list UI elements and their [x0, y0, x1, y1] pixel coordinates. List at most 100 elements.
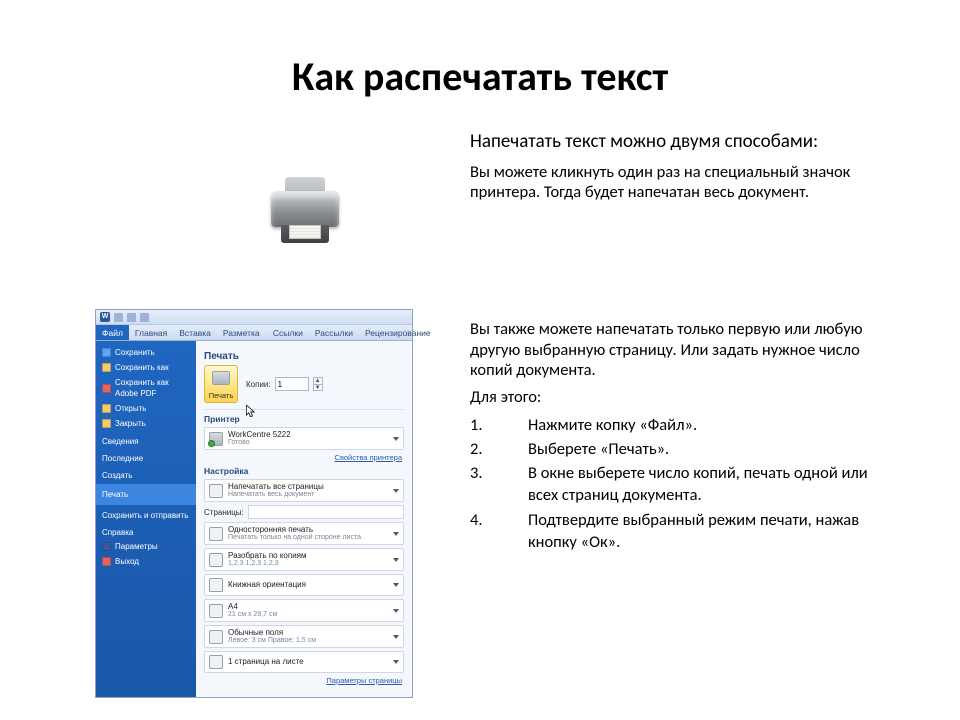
setting-title: Односторонняя печать: [228, 526, 361, 534]
paper-size-icon: [209, 604, 223, 618]
ribbon-tabs: Файл Главная Вставка Разметка страницы С…: [96, 324, 412, 341]
pdf-icon: [102, 384, 111, 393]
setting-title: Книжная ориентация: [228, 581, 306, 589]
sidebar-label: Параметры: [115, 541, 158, 552]
pages-input[interactable]: [248, 505, 404, 519]
print-pane: Печать Печать Копии: ▲▼: [196, 341, 412, 697]
qat-redo-icon: [140, 313, 149, 322]
exit-icon: [102, 557, 111, 566]
tab-references[interactable]: Ссылки: [267, 325, 309, 340]
sidebar-label: Сохранить как Adobe PDF: [115, 377, 190, 399]
setting-title: Разобрать по копиям: [228, 552, 307, 560]
printer-illustration: [265, 171, 345, 243]
open-icon: [102, 404, 111, 413]
setting-subtitle: 1,2,3 1,2,3 1,2,3: [228, 560, 307, 567]
sidebar-item-close[interactable]: Закрыть: [96, 416, 196, 431]
copies-spinner[interactable]: ▲▼: [313, 377, 323, 391]
step-item: В окне выберете число копий, печать одно…: [470, 462, 900, 507]
chevron-down-icon: [393, 583, 399, 587]
word-window-screenshot: W Файл Главная Вставка Разметка страницы…: [95, 309, 413, 698]
for-this-text: Для этого:: [470, 387, 900, 408]
setting-title: Напечатать все страницы: [228, 483, 324, 491]
print-heading: Печать: [204, 351, 404, 362]
step-item: Подтвердите выбранный режим печати, нажа…: [470, 509, 900, 554]
tab-file[interactable]: Файл: [96, 325, 129, 340]
margins-icon: [209, 630, 223, 644]
sidebar-item-print[interactable]: Печать: [96, 484, 196, 505]
printer-status: Готово: [228, 439, 291, 446]
qat-save-icon: [114, 313, 123, 322]
sidebar-label: Выход: [115, 556, 139, 567]
nup-icon: [209, 655, 223, 669]
printer-status-icon: [209, 432, 223, 446]
setting-paper-size[interactable]: A4 21 см x 29,7 см: [204, 599, 404, 622]
tab-home[interactable]: Главная: [129, 325, 173, 340]
settings-heading: Настройка: [204, 466, 404, 476]
sidebar-label: Закрыть: [115, 418, 146, 429]
method2-text: Вы также можете напечатать только первую…: [470, 319, 900, 381]
slide-title: Как распечатать текст: [0, 0, 960, 131]
sidebar-label: Сохранить как: [115, 362, 169, 373]
collate-icon: [209, 553, 223, 567]
sidebar-item-save[interactable]: Сохранить: [96, 345, 196, 360]
printer-name: WorkCentre 5222: [228, 431, 291, 439]
setting-title: Обычные поля: [228, 629, 316, 637]
setting-title: 1 страница на листе: [228, 658, 304, 666]
sidebar-label: Сохранить: [115, 347, 155, 358]
printer-selector[interactable]: WorkCentre 5222 Готово: [204, 427, 404, 450]
word-app-icon: W: [100, 312, 110, 322]
orientation-icon: [209, 578, 223, 592]
print-button-label: Печать: [209, 391, 234, 400]
step-item: Нажмите копку «Файл».: [470, 414, 900, 436]
chevron-down-icon: [393, 660, 399, 664]
printer-properties-link[interactable]: Свойства принтера: [204, 453, 402, 462]
qat-undo-icon: [127, 313, 136, 322]
save-icon: [102, 348, 111, 357]
printer-icon: [212, 371, 230, 385]
setting-subtitle: 21 см x 29,7 см: [228, 611, 277, 618]
chevron-down-icon: [393, 635, 399, 639]
close-icon: [102, 419, 111, 428]
copies-input[interactable]: [275, 377, 309, 391]
sidebar-item-recent[interactable]: Последние: [96, 448, 196, 465]
setting-subtitle: Печатать только на одной стороне листа: [228, 534, 361, 541]
page-setup-link[interactable]: Параметры страницы: [204, 676, 402, 685]
sidebar-item-open[interactable]: Открыть: [96, 401, 196, 416]
chevron-down-icon: [393, 558, 399, 562]
word-titlebar: W: [96, 310, 412, 324]
setting-pages-per-sheet[interactable]: 1 страница на листе: [204, 651, 404, 673]
sidebar-item-share[interactable]: Сохранить и отправить: [96, 505, 196, 522]
tab-mailings[interactable]: Рассылки: [309, 325, 359, 340]
sidebar-item-exit[interactable]: Выход: [96, 554, 196, 569]
pages-label: Страницы:: [204, 508, 244, 517]
setting-sides[interactable]: Односторонняя печать Печатать только на …: [204, 522, 404, 545]
print-button[interactable]: Печать: [204, 365, 238, 403]
tab-pagelayout[interactable]: Разметка страницы: [217, 325, 267, 340]
sidebar-item-saveas-pdf[interactable]: Сохранить как Adobe PDF: [96, 375, 196, 401]
saveas-icon: [102, 363, 111, 372]
setting-title: A4: [228, 603, 277, 611]
chevron-down-icon: [393, 437, 399, 441]
setting-subtitle: Левое: 3 см Правое: 1,5 см: [228, 637, 316, 644]
options-icon: [102, 542, 111, 551]
method1-text: Вы можете кликнуть один раз на специальн…: [470, 162, 900, 203]
sidebar-label: Печать: [102, 489, 128, 500]
chevron-down-icon: [393, 489, 399, 493]
setting-margins[interactable]: Обычные поля Левое: 3 см Правое: 1,5 см: [204, 625, 404, 648]
tab-insert[interactable]: Вставка: [173, 325, 217, 340]
setting-orientation[interactable]: Книжная ориентация: [204, 574, 404, 596]
sidebar-item-new[interactable]: Создать: [96, 465, 196, 482]
one-side-icon: [209, 527, 223, 541]
chevron-down-icon: [393, 532, 399, 536]
sidebar-item-saveas[interactable]: Сохранить как: [96, 360, 196, 375]
steps-list: Нажмите копку «Файл». Выберете «Печать».…: [470, 414, 900, 554]
sidebar-item-help[interactable]: Справка: [96, 522, 196, 539]
setting-subtitle: Напечатать весь документ: [228, 491, 324, 498]
sidebar-item-options[interactable]: Параметры: [96, 539, 196, 554]
step-item: Выберете «Печать».: [470, 438, 900, 460]
sidebar-item-info[interactable]: Сведения: [96, 431, 196, 448]
setting-collate[interactable]: Разобрать по копиям 1,2,3 1,2,3 1,2,3: [204, 548, 404, 571]
setting-print-range[interactable]: Напечатать все страницы Напечатать весь …: [204, 479, 404, 502]
copies-label: Копии:: [246, 380, 271, 389]
sidebar-label: Открыть: [115, 403, 146, 414]
